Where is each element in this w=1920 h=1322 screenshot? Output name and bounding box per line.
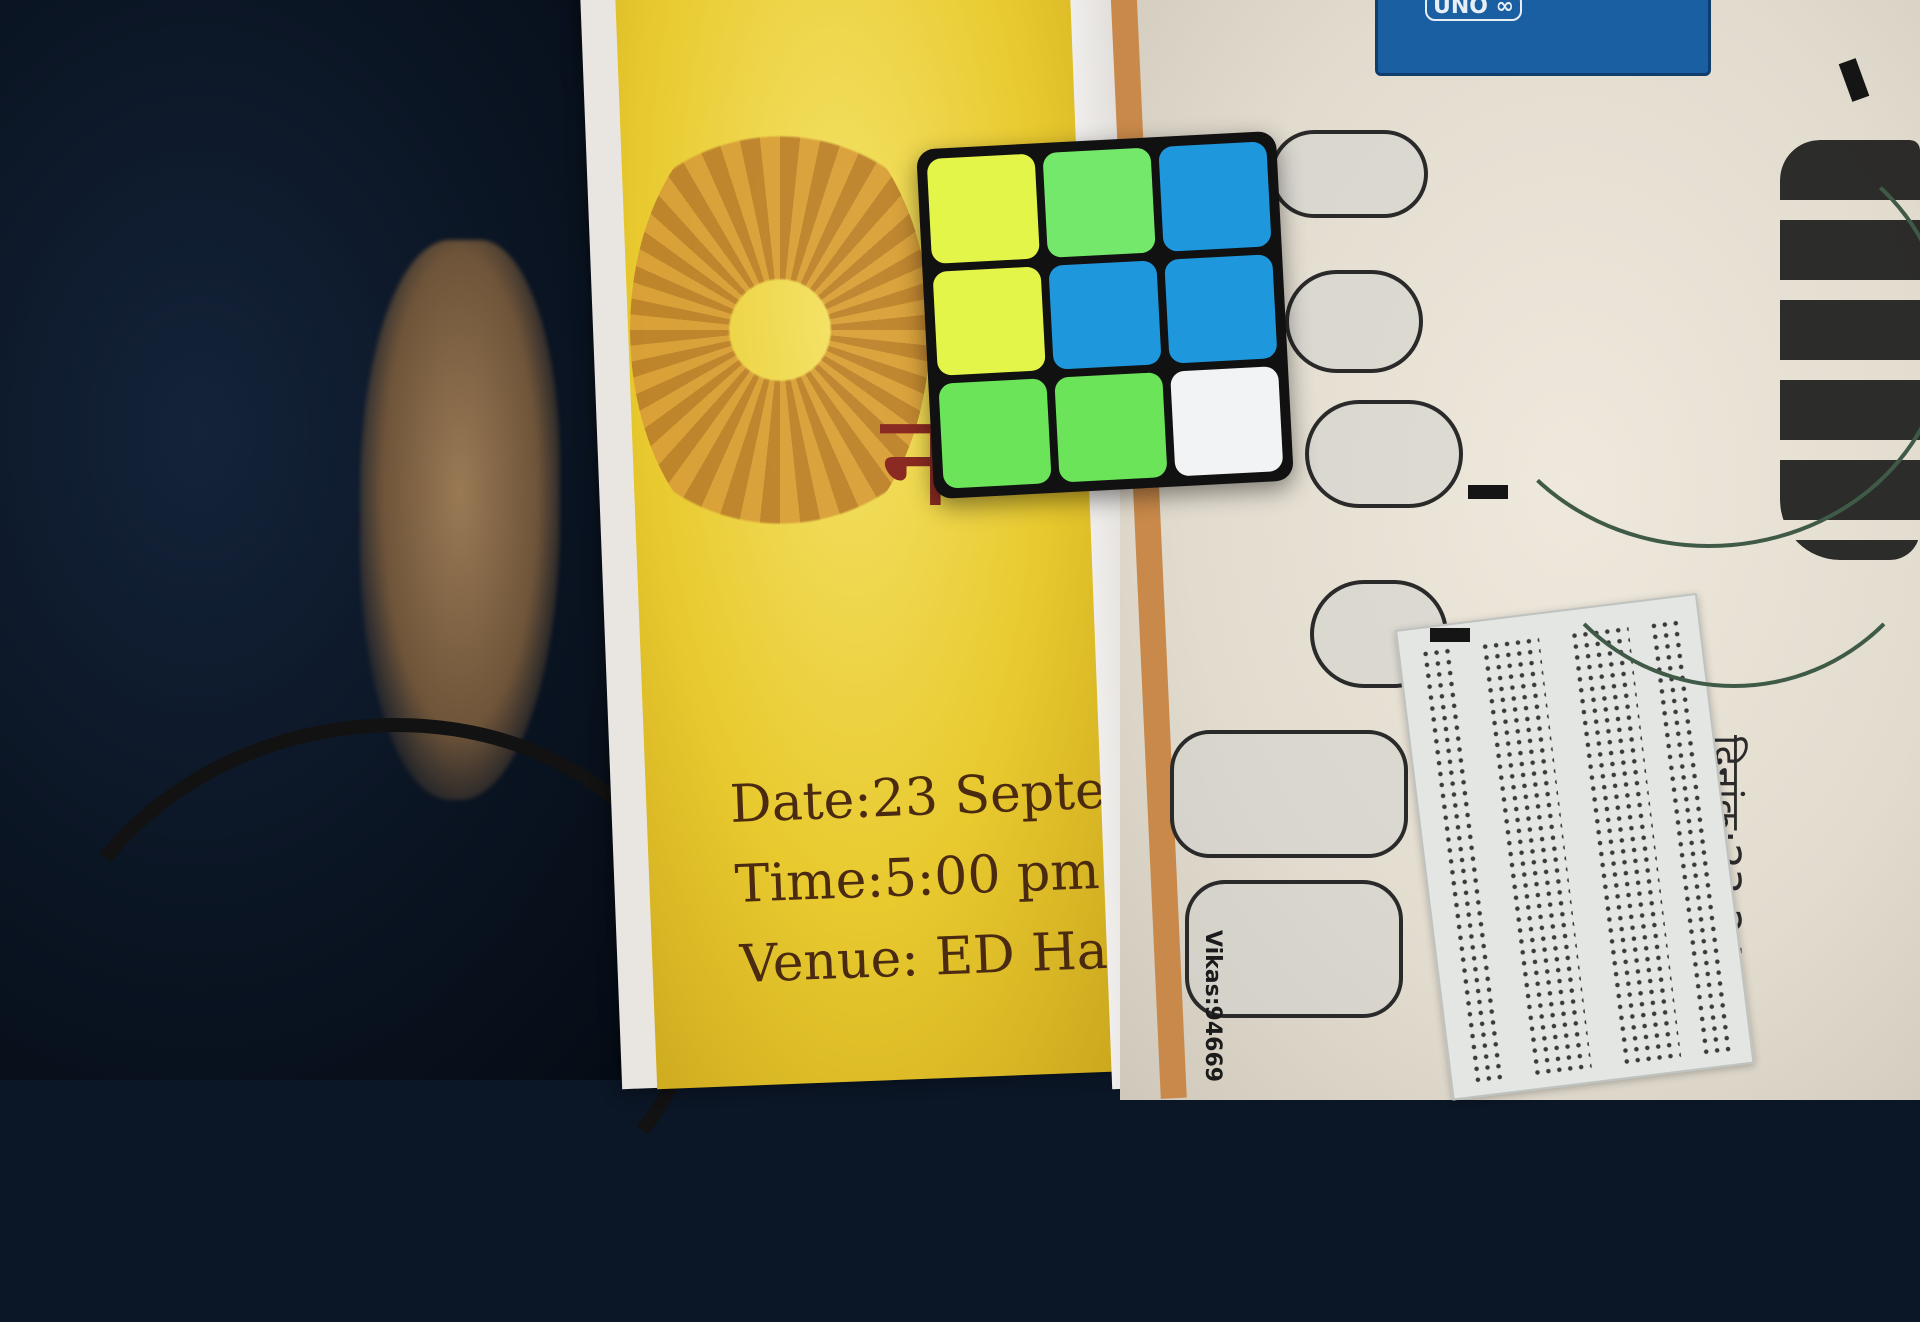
cube-sticker: [1164, 253, 1278, 365]
wire-connector: [1430, 628, 1470, 642]
cube-sticker: [938, 378, 1052, 489]
drawn-finger: [1305, 400, 1463, 508]
arduino-logo: UNO ∞: [1425, 0, 1522, 21]
cube-sticker: [1048, 259, 1162, 371]
drawn-finger: [1270, 130, 1428, 218]
cube-sticker: [1170, 366, 1284, 477]
cube-sticker: [1042, 147, 1156, 258]
cube-sticker: [1054, 372, 1168, 483]
wire-connector: [1468, 485, 1508, 499]
phone-label: Vikas:94669: [1200, 930, 1225, 1083]
rubiks-cube: [916, 130, 1294, 500]
drawn-palm: [1170, 730, 1408, 858]
cube-sticker: [932, 265, 1046, 377]
plush-toy: [360, 240, 560, 800]
drawn-finger: [1285, 270, 1423, 373]
cube-sticker: [1158, 141, 1272, 252]
cube-sticker: [926, 153, 1040, 264]
